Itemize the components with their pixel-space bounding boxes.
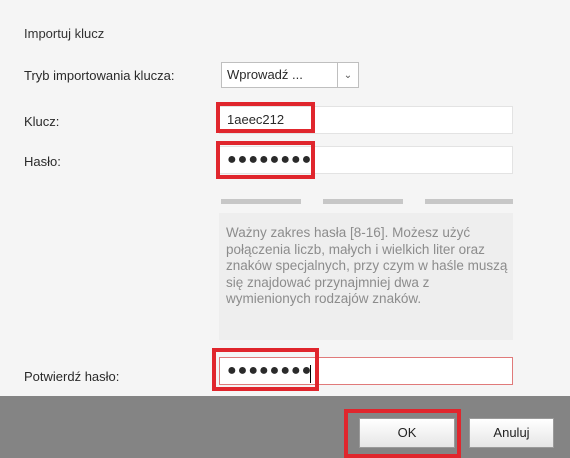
import-key-dialog: Importuj klucz Tryb importowania klucza:… — [0, 0, 570, 458]
password-hint: Ważny zakres hasła [8-16]. Możesz użyć p… — [219, 213, 513, 340]
mode-label: Tryb importowania klucza: — [24, 68, 175, 83]
key-field-value: 1aeec212 — [227, 112, 285, 127]
key-label: Klucz: — [24, 114, 60, 129]
strength-bar-weak — [221, 199, 301, 204]
confirm-password-label: Potwierdź hasło: — [24, 369, 120, 384]
password-label: Hasło: — [24, 154, 61, 169]
confirm-password-value: ●●●●●●●● — [227, 362, 313, 379]
mode-select[interactable]: Wprowadź ... ⌄ — [221, 62, 359, 88]
mode-select-value[interactable]: Wprowadź ... — [221, 62, 338, 88]
strength-bar-strong — [425, 199, 513, 204]
confirm-password-field[interactable]: ●●●●●●●● — [219, 357, 513, 385]
chevron-down-icon[interactable]: ⌄ — [338, 62, 359, 88]
key-field[interactable]: 1aeec212 — [219, 106, 513, 134]
text-cursor — [310, 365, 311, 383]
dialog-title: Importuj klucz — [24, 26, 105, 41]
password-field[interactable]: ●●●●●●●● — [219, 146, 513, 174]
ok-button[interactable]: OK — [359, 418, 455, 448]
password-field-value: ●●●●●●●● — [227, 151, 313, 168]
strength-bar-medium — [323, 199, 403, 204]
cancel-button[interactable]: Anuluj — [469, 418, 554, 448]
